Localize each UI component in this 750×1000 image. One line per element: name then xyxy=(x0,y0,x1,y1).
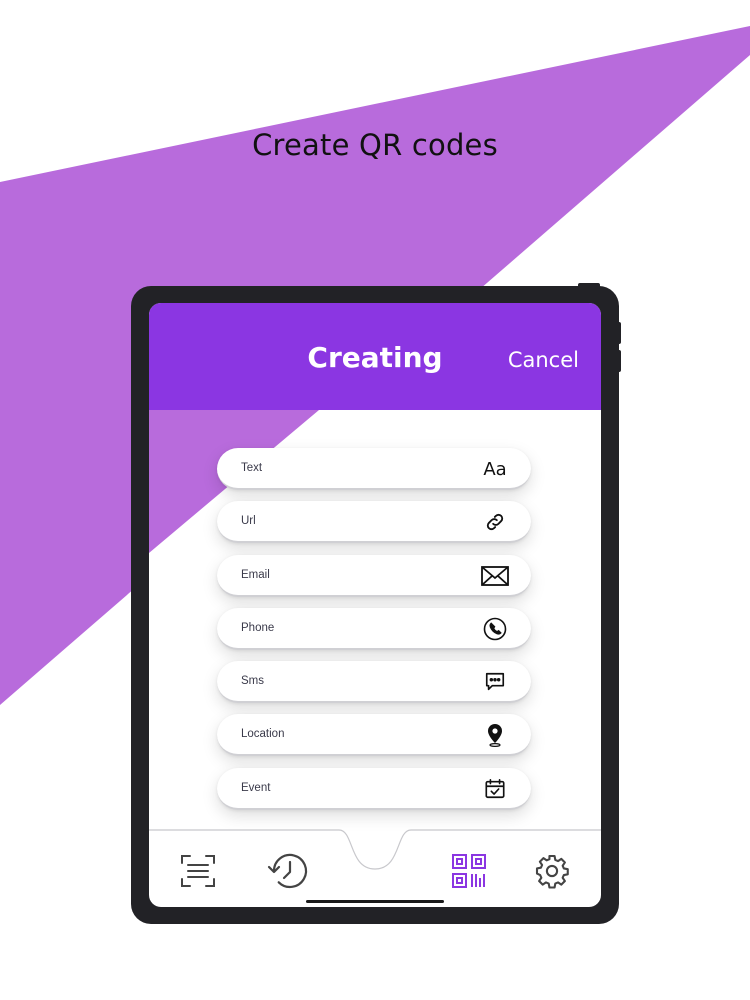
tab-scan[interactable] xyxy=(176,849,220,893)
menu-item-email[interactable]: Email xyxy=(217,554,531,597)
menu-item-label: Url xyxy=(241,515,256,528)
chat-bubble-icon xyxy=(481,668,509,696)
link-icon xyxy=(481,508,509,536)
qr-code-icon xyxy=(452,854,486,888)
menu-item-label: Email xyxy=(241,568,270,581)
menu-item-location[interactable]: Location xyxy=(217,714,531,757)
tablet-side-button xyxy=(617,350,621,372)
menu-item-label: Phone xyxy=(241,621,275,634)
tab-history[interactable] xyxy=(267,849,311,893)
gear-icon xyxy=(535,854,569,889)
calendar-icon xyxy=(481,775,509,803)
cancel-button[interactable]: Cancel xyxy=(508,348,579,372)
history-icon xyxy=(267,853,308,889)
map-pin-icon xyxy=(481,721,509,749)
tablet-screen: Creating Cancel Text Aa Url Email Phone … xyxy=(149,303,601,907)
menu-item-label: Event xyxy=(241,781,271,794)
menu-item-label: Sms xyxy=(241,675,264,688)
home-indicator xyxy=(306,900,444,903)
text-aa-glyph: Aa xyxy=(483,458,507,480)
menu-item-label: Location xyxy=(241,728,285,741)
envelope-icon xyxy=(481,562,509,590)
phone-icon xyxy=(481,615,509,643)
bottom-tab-bar xyxy=(149,829,601,907)
menu-item-url[interactable]: Url xyxy=(217,501,531,544)
tab-create[interactable] xyxy=(447,849,491,893)
tablet-side-button xyxy=(617,322,621,344)
tab-settings[interactable] xyxy=(530,849,574,893)
menu-item-event[interactable]: Event xyxy=(217,767,531,810)
menu-item-phone[interactable]: Phone xyxy=(217,607,531,650)
scan-icon xyxy=(181,855,215,887)
text-aa-icon: Aa xyxy=(481,455,509,483)
menu-item-text[interactable]: Text Aa xyxy=(217,448,531,490)
menu-item-label: Text xyxy=(241,462,263,474)
app-header: Creating Cancel xyxy=(149,303,601,410)
create-type-list: Text Aa Url Email Phone Sms Location Eve… xyxy=(217,448,533,821)
menu-item-sms[interactable]: Sms xyxy=(217,661,531,704)
page-headline: Create QR codes xyxy=(252,128,498,162)
tablet-top-button xyxy=(578,283,600,288)
